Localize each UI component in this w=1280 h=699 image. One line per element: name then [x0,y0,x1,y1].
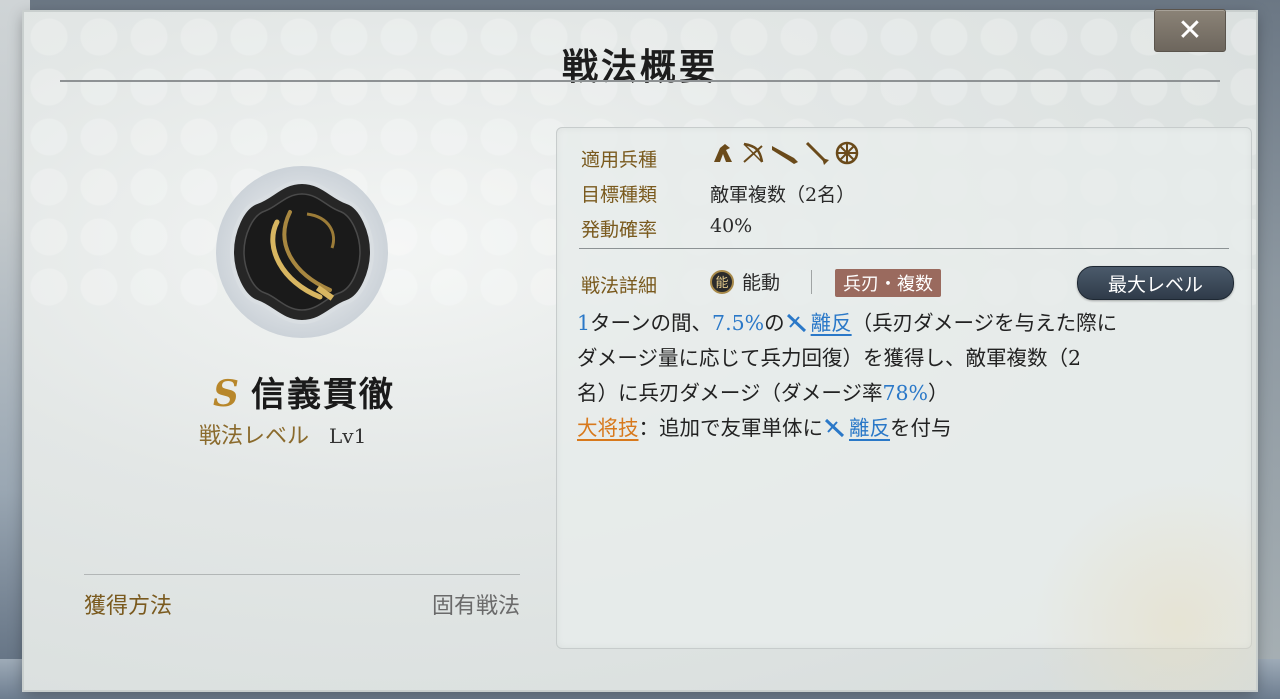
type-separator [811,270,812,294]
desc-text: ダメージ量に応じて兵力回復）を獲得し、敵軍複数（2 [577,346,1082,370]
close-button[interactable]: ✕ [1154,9,1226,52]
skill-type-label: 能動 [742,272,781,294]
desc-text: ） [928,381,949,405]
title-divider [60,80,1220,82]
skill-summary-dialog: 戦法概要 S 信義貫徹 戦法レベル Lv1 獲得方法 固有戦法 適用兵種 目標種… [24,12,1256,690]
skill-description: 1ターンの間、7.5%の 離反（兵刃ダメージを与えた際に ダメージ量に応じて兵力回… [577,306,1237,446]
desc-turns: 1 [577,311,591,335]
detail-label: 戦法詳細 [581,275,658,297]
target-value: 敵軍複数（2名） [710,184,856,206]
troop-icons [710,140,860,166]
acquire-value: 固有戦法 [431,594,520,619]
status-sword-icon [824,418,845,438]
desc-text: の [764,311,785,335]
status-sword-icon [786,313,806,333]
left-divider [84,574,520,575]
skill-name: S 信義貫徹 [174,367,434,416]
rate-value: 40% [710,215,753,237]
spear-icon [805,141,829,165]
skill-info-panel: 適用兵種 目標種類 敵軍複数（2名） 発動確率 40% 戦法詳細 能 能動 兵刃… [556,127,1252,649]
target-label: 目標種類 [581,184,658,206]
desc-text: ：追加で友軍単体に [638,416,824,440]
damage-tag: 兵刃・複数 [835,269,941,297]
desc-text: 名）に兵刃ダメージ（ダメージ率 [577,381,883,405]
desc-percent-2: 78% [882,381,929,405]
desc-text: を付与 [890,416,952,440]
skill-title: 信義貫徹 [251,375,395,415]
acquire-label: 獲得方法 [84,594,173,619]
desc-percent-1: 7.5% [712,311,765,335]
cavalry-icon [714,144,732,162]
skill-level-row: 戦法レベル Lv1 [199,418,366,450]
skill-level-value: Lv1 [329,424,367,448]
panel-divider [579,248,1229,249]
skill-level-label: 戦法レベル [199,424,310,449]
skill-type: 能 能動 [710,268,780,295]
desc-text: ターンの間、 [590,311,713,335]
wheel-icon [835,141,859,165]
dialog-title: 戦法概要 [561,46,718,88]
max-level-button[interactable]: 最大レベル [1077,266,1234,300]
general-skill-link[interactable]: 大将技 [577,416,639,440]
troops-label: 適用兵種 [581,149,658,171]
active-type-icon: 能 [710,269,734,294]
rate-label: 発動確率 [581,219,658,241]
skill-emblem-icon [216,166,388,338]
gun-icon [772,146,798,164]
skill-grade: S [213,373,241,415]
status-link-rihan-2[interactable]: 離反 [849,416,890,440]
bow-icon [743,142,764,163]
status-link-rihan[interactable]: 離反 [811,311,852,335]
desc-text: （兵刃ダメージを与えた際に [851,311,1118,335]
